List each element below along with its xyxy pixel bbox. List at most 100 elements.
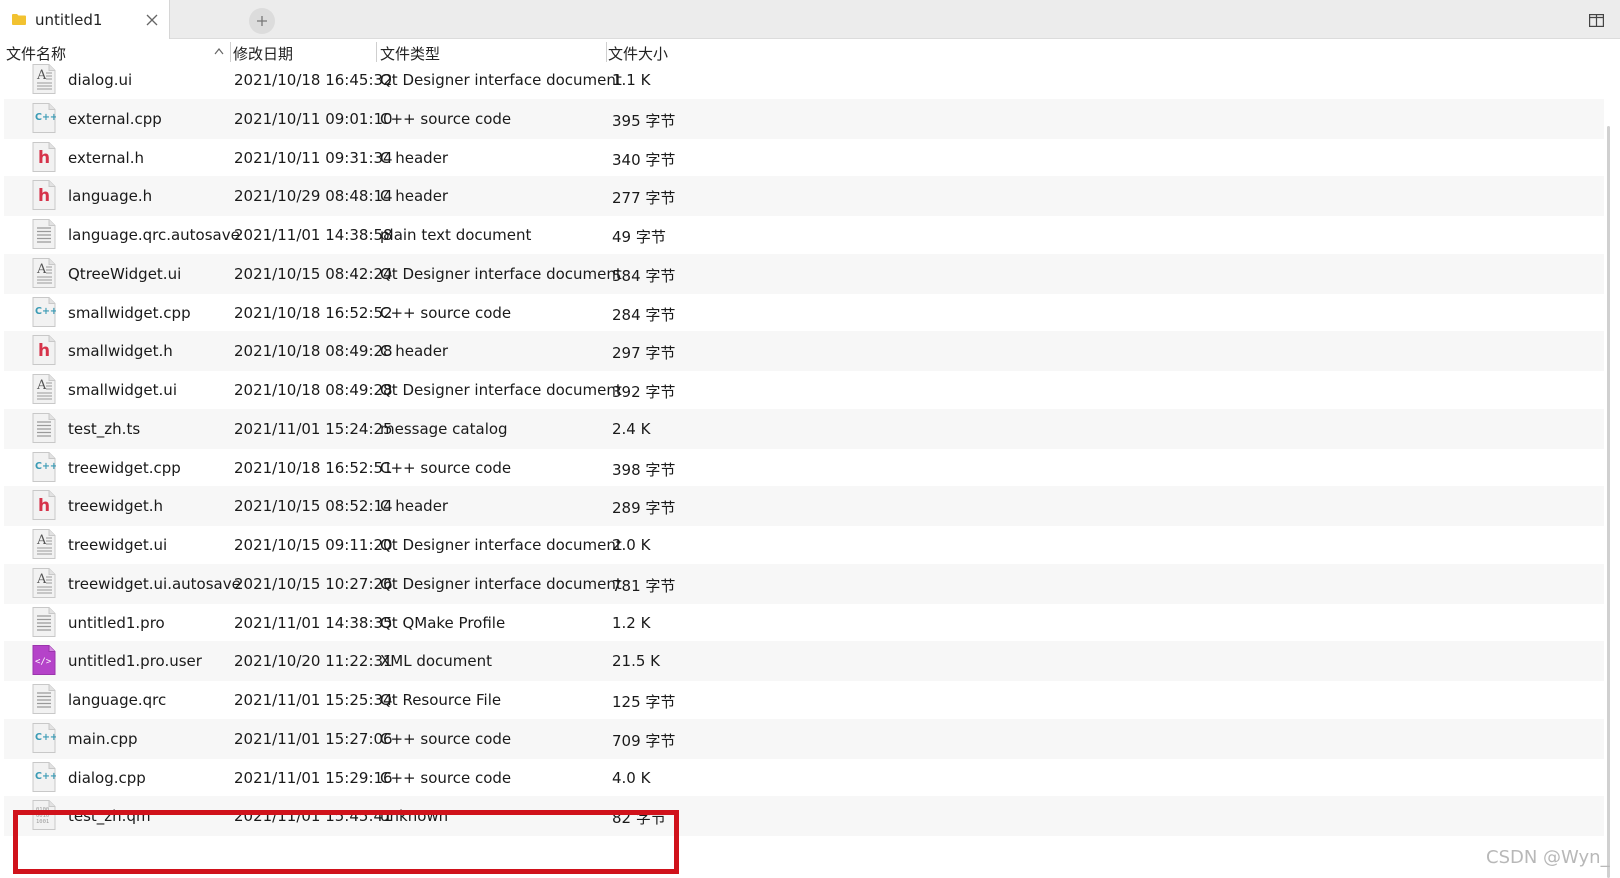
header-file-icon: h bbox=[32, 335, 56, 366]
file-row[interactable]: Adialog.ui 2021/10/18 16:45:32 Qt Designer… bbox=[4, 60, 1604, 100]
file-date: 2021/10/18 16:52:52 bbox=[234, 303, 393, 322]
file-size: 2.0 K bbox=[612, 536, 651, 554]
svg-text:C++: C++ bbox=[35, 306, 56, 317]
file-type: C++ source code bbox=[380, 109, 512, 128]
ui-file-icon: A bbox=[32, 374, 56, 404]
file-name: untitled1.pro bbox=[68, 613, 165, 632]
xml-file-icon: </> bbox=[32, 645, 56, 676]
ui-file-icon: A bbox=[32, 529, 56, 559]
ui-file-icon: A bbox=[32, 64, 56, 94]
file-date: 2021/11/01 14:38:35 bbox=[234, 613, 393, 632]
file-row[interactable]: C++ dialog.cpp 2021/11/01 15:29:16 C++ sour… bbox=[4, 758, 1604, 798]
file-type: C++ source code bbox=[380, 458, 512, 477]
file-date: 2021/10/15 09:11:20 bbox=[234, 536, 393, 554]
file-type: C++ source code bbox=[380, 303, 512, 322]
file-row[interactable]: Asmallwidget.ui 2021/10/18 08:49:28 Qt Des… bbox=[4, 370, 1604, 410]
file-row[interactable]: Atreewidget.ui.autosave 2021/10/15 10:27:… bbox=[4, 563, 1604, 604]
file-row[interactable]: C++ main.cpp 2021/11/01 15:27:06 C++ source… bbox=[4, 718, 1604, 759]
file-name: dialog.cpp bbox=[68, 768, 146, 787]
file-name: treewidget.ui bbox=[68, 536, 168, 554]
file-row[interactable]: </> untitled1.pro.user 2021/10/20 11:22:31… bbox=[4, 641, 1604, 682]
file-name: language.qrc bbox=[68, 691, 167, 709]
svg-text:C++: C++ bbox=[35, 732, 56, 743]
file-row[interactable]: A QtreeWidget.ui 2021/10/15 08:42:24 Qt Des… bbox=[4, 253, 1604, 294]
file-size: 1.1 K bbox=[612, 71, 651, 89]
file-type: C header bbox=[380, 497, 449, 516]
file-type: Qt Designer interface document bbox=[380, 381, 622, 399]
svg-text:C++: C++ bbox=[35, 461, 56, 472]
text-file-icon bbox=[32, 219, 56, 249]
vertical-scrollbar[interactable] bbox=[1607, 126, 1610, 878]
file-row[interactable]: h external.h 2021/10/11 09:31:34 C header 34… bbox=[4, 138, 1604, 178]
folder-icon bbox=[12, 14, 26, 25]
file-name: untitled1.pro.user bbox=[68, 652, 202, 671]
file-row[interactable]: language.qrc 2021/11/01 15:25:34 Qt Resour… bbox=[4, 680, 1604, 720]
panel-layout-icon[interactable] bbox=[1589, 14, 1604, 27]
file-size: 395 字节 bbox=[612, 111, 676, 130]
file-row[interactable]: Atreewidget.ui 2021/10/15 09:11:20 Qt Desi… bbox=[4, 525, 1604, 565]
file-size: 277 字节 bbox=[612, 189, 676, 208]
file-row[interactable]: h language.h 2021/10/29 08:48:14 C header 27… bbox=[4, 176, 1604, 217]
file-row[interactable]: C++ treewidget.cpp 2021/10/18 16:52:51 C++ … bbox=[4, 448, 1604, 488]
svg-text:</>: </> bbox=[35, 657, 52, 667]
file-row[interactable]: C++ smallwidget.cpp 2021/10/18 16:52:52 C++… bbox=[4, 293, 1604, 333]
new-tab-button[interactable] bbox=[249, 8, 275, 34]
file-date: 2021/10/18 16:52:51 bbox=[234, 458, 393, 477]
file-size: 584 字节 bbox=[612, 266, 676, 285]
file-date: 2021/10/15 08:52:14 bbox=[234, 497, 393, 516]
file-type: C header bbox=[380, 148, 449, 167]
file-date: 2021/11/01 15:27:06 bbox=[234, 729, 393, 748]
text-file-icon bbox=[32, 684, 56, 714]
file-date: 2021/11/01 15:24:25 bbox=[234, 419, 393, 438]
file-name: QtreeWidget.ui bbox=[68, 264, 182, 283]
file-type: Qt Designer interface document bbox=[380, 264, 622, 283]
svg-text:A: A bbox=[36, 533, 47, 548]
file-row[interactable]: language.qrc.autosave 2021/11/01 14:38:58… bbox=[4, 215, 1604, 255]
file-row[interactable]: h smallwidget.h 2021/10/18 08:49:28 C heade… bbox=[4, 331, 1604, 372]
file-type: Qt Designer interface document bbox=[380, 574, 622, 593]
file-date: 2021/11/01 15:29:16 bbox=[234, 768, 393, 787]
column-divider[interactable] bbox=[230, 42, 231, 62]
file-name: treewidget.h bbox=[68, 497, 164, 516]
cpp-file-icon: C++ bbox=[32, 296, 56, 327]
file-size: 289 字节 bbox=[612, 499, 676, 518]
watermark: CSDN @Wyn_ bbox=[1486, 847, 1610, 868]
file-date: 2021/11/01 14:38:58 bbox=[234, 226, 393, 244]
file-date: 2021/10/15 10:27:26 bbox=[234, 574, 393, 593]
file-type: XML document bbox=[380, 652, 493, 671]
cpp-file-icon: C++ bbox=[32, 451, 56, 482]
tab-untitled1[interactable]: untitled1 bbox=[0, 0, 170, 39]
file-date: 2021/10/18 16:45:32 bbox=[234, 71, 393, 89]
file-type: C header bbox=[380, 187, 449, 206]
svg-text:C++: C++ bbox=[35, 771, 56, 782]
ui-file-icon: A bbox=[32, 257, 56, 288]
file-row[interactable]: h treewidget.h 2021/10/15 08:52:14 C header… bbox=[4, 486, 1604, 527]
text-file-icon bbox=[32, 412, 56, 443]
file-type: plain text document bbox=[380, 226, 532, 244]
highlight-box bbox=[13, 810, 679, 874]
file-size: 398 字节 bbox=[612, 460, 676, 479]
sort-ascending-icon[interactable] bbox=[214, 47, 224, 55]
file-size: 709 字节 bbox=[612, 731, 676, 750]
column-divider[interactable] bbox=[376, 42, 377, 62]
file-date: 2021/10/18 08:49:28 bbox=[234, 342, 393, 361]
file-name: main.cpp bbox=[68, 729, 138, 748]
file-size: 284 字节 bbox=[612, 305, 676, 324]
file-row[interactable]: untitled1.pro 2021/11/01 14:38:35 Qt QMake… bbox=[4, 603, 1604, 643]
file-date: 2021/10/29 08:48:14 bbox=[234, 187, 393, 206]
header-file-icon: h bbox=[32, 490, 56, 521]
file-size: 340 字节 bbox=[612, 150, 676, 169]
column-divider[interactable] bbox=[606, 42, 607, 62]
file-row[interactable]: test_zh.ts 2021/11/01 15:24:25 message cat… bbox=[4, 408, 1604, 449]
svg-text:A: A bbox=[36, 262, 47, 277]
svg-text:h: h bbox=[38, 186, 50, 206]
file-type: C++ source code bbox=[380, 768, 512, 787]
file-name: test_zh.ts bbox=[68, 419, 141, 438]
file-type: message catalog bbox=[380, 419, 508, 438]
svg-text:A: A bbox=[36, 378, 47, 393]
close-icon[interactable] bbox=[146, 14, 158, 26]
file-name: treewidget.ui.autosave bbox=[68, 574, 241, 593]
file-name: dialog.ui bbox=[68, 71, 133, 89]
file-name: external.h bbox=[68, 148, 144, 167]
file-row[interactable]: C++ external.cpp 2021/10/11 09:01:10 C++ so… bbox=[4, 98, 1604, 139]
